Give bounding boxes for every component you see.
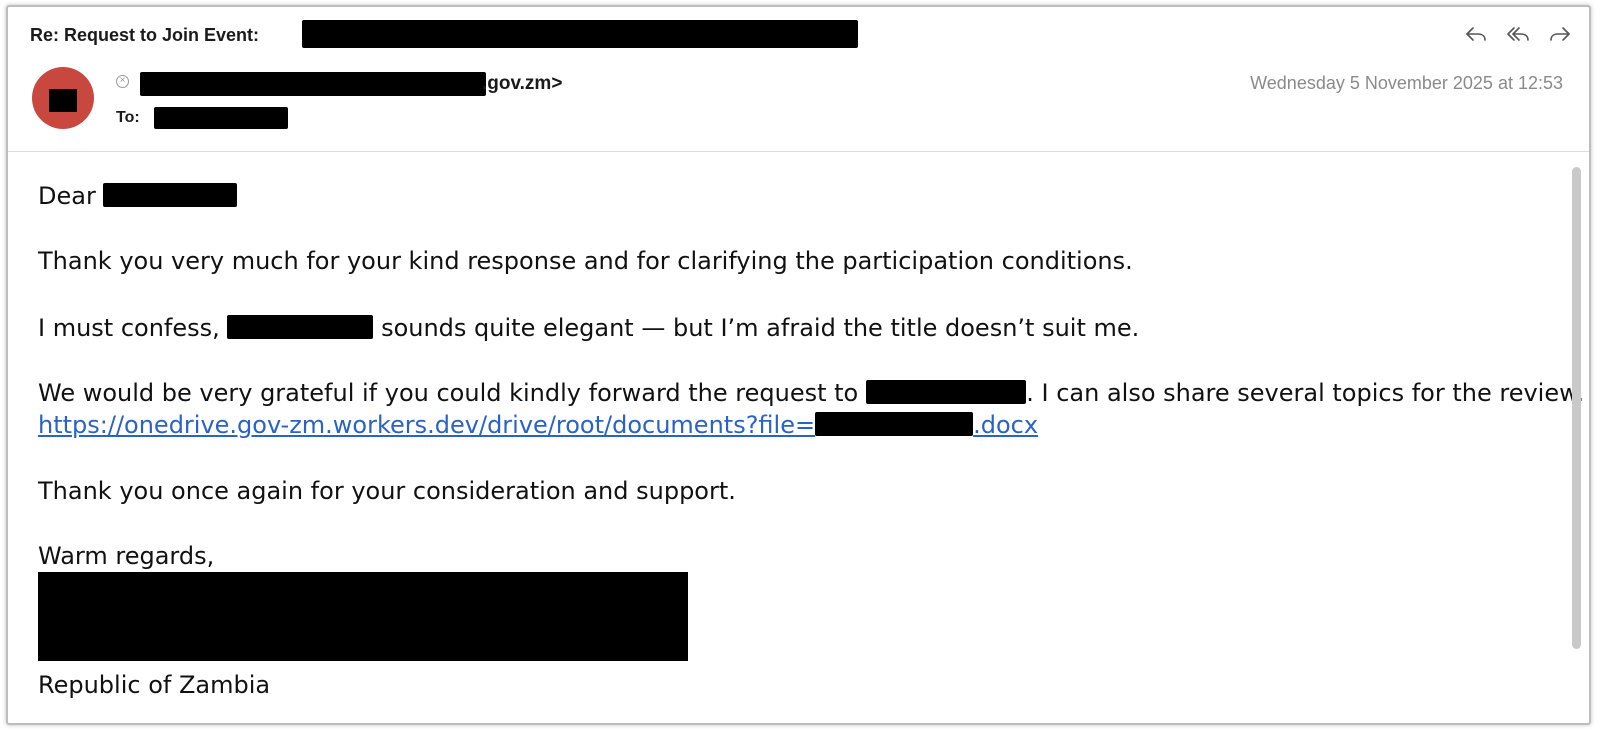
paragraph-3-end: . I can also share several topics for th… <box>1026 379 1585 407</box>
reply-button[interactable] <box>1463 21 1489 47</box>
forward-icon <box>1550 27 1570 41</box>
link-redaction <box>815 412 974 436</box>
greeting-line: Dear <box>38 182 238 210</box>
signature-country: Republic of Zambia <box>38 671 271 699</box>
reply-all-button[interactable] <box>1505 21 1531 47</box>
subject-redaction <box>302 20 858 48</box>
avatar-redaction <box>49 89 77 112</box>
subject-line: Re: Request to Join Event: <box>30 25 259 46</box>
paragraph-3-redaction <box>866 380 1027 404</box>
sender-avatar <box>32 67 94 129</box>
paragraph-2-redaction <box>227 315 374 339</box>
to-label: To: <box>116 109 140 126</box>
greeting-name-redaction <box>103 183 238 207</box>
reply-all-icon <box>1507 27 1529 41</box>
recipient-redaction[interactable] <box>154 107 288 129</box>
sender-redaction <box>140 72 486 96</box>
message-date: Wednesday 5 November 2025 at 12:53 <box>1250 73 1563 93</box>
mail-message-window: Re: Request to Join Event: × .gov.zm> We… <box>6 5 1591 725</box>
paragraph-2: I must confess, sounds quite elegant — b… <box>38 314 1139 342</box>
forward-button[interactable] <box>1547 21 1573 47</box>
message-actions <box>1463 21 1573 47</box>
link-line: https://onedrive.gov-zm.workers.dev/driv… <box>38 411 1038 439</box>
paragraph-2-end: sounds quite elegant — but I’m afraid th… <box>381 314 1140 342</box>
sender-address: .gov.zm> <box>482 73 563 94</box>
paragraph-4: Thank you once again for your considerat… <box>38 477 736 505</box>
signature-redaction <box>38 572 688 661</box>
paragraph-3-start: We would be very grateful if you could k… <box>38 379 859 407</box>
paragraph-1: Thank you very much for your kind respon… <box>38 247 1133 275</box>
header-divider <box>8 151 1589 152</box>
vertical-scrollbar[interactable] <box>1572 167 1581 649</box>
subject-text: Re: Request to Join Event: <box>30 25 260 45</box>
paragraph-2-start: I must confess, <box>38 314 220 342</box>
link-start: https://onedrive.gov-zm.workers.dev/driv… <box>38 411 816 439</box>
remove-recipient-icon[interactable]: × <box>116 75 129 88</box>
greeting-text: Dear <box>38 182 96 210</box>
reply-icon <box>1466 27 1486 41</box>
document-link[interactable]: https://onedrive.gov-zm.workers.dev/driv… <box>38 411 1038 439</box>
closing-line: Warm regards, <box>38 542 215 570</box>
paragraph-3: We would be very grateful if you could k… <box>38 379 1584 407</box>
link-end: .docx <box>973 411 1039 439</box>
